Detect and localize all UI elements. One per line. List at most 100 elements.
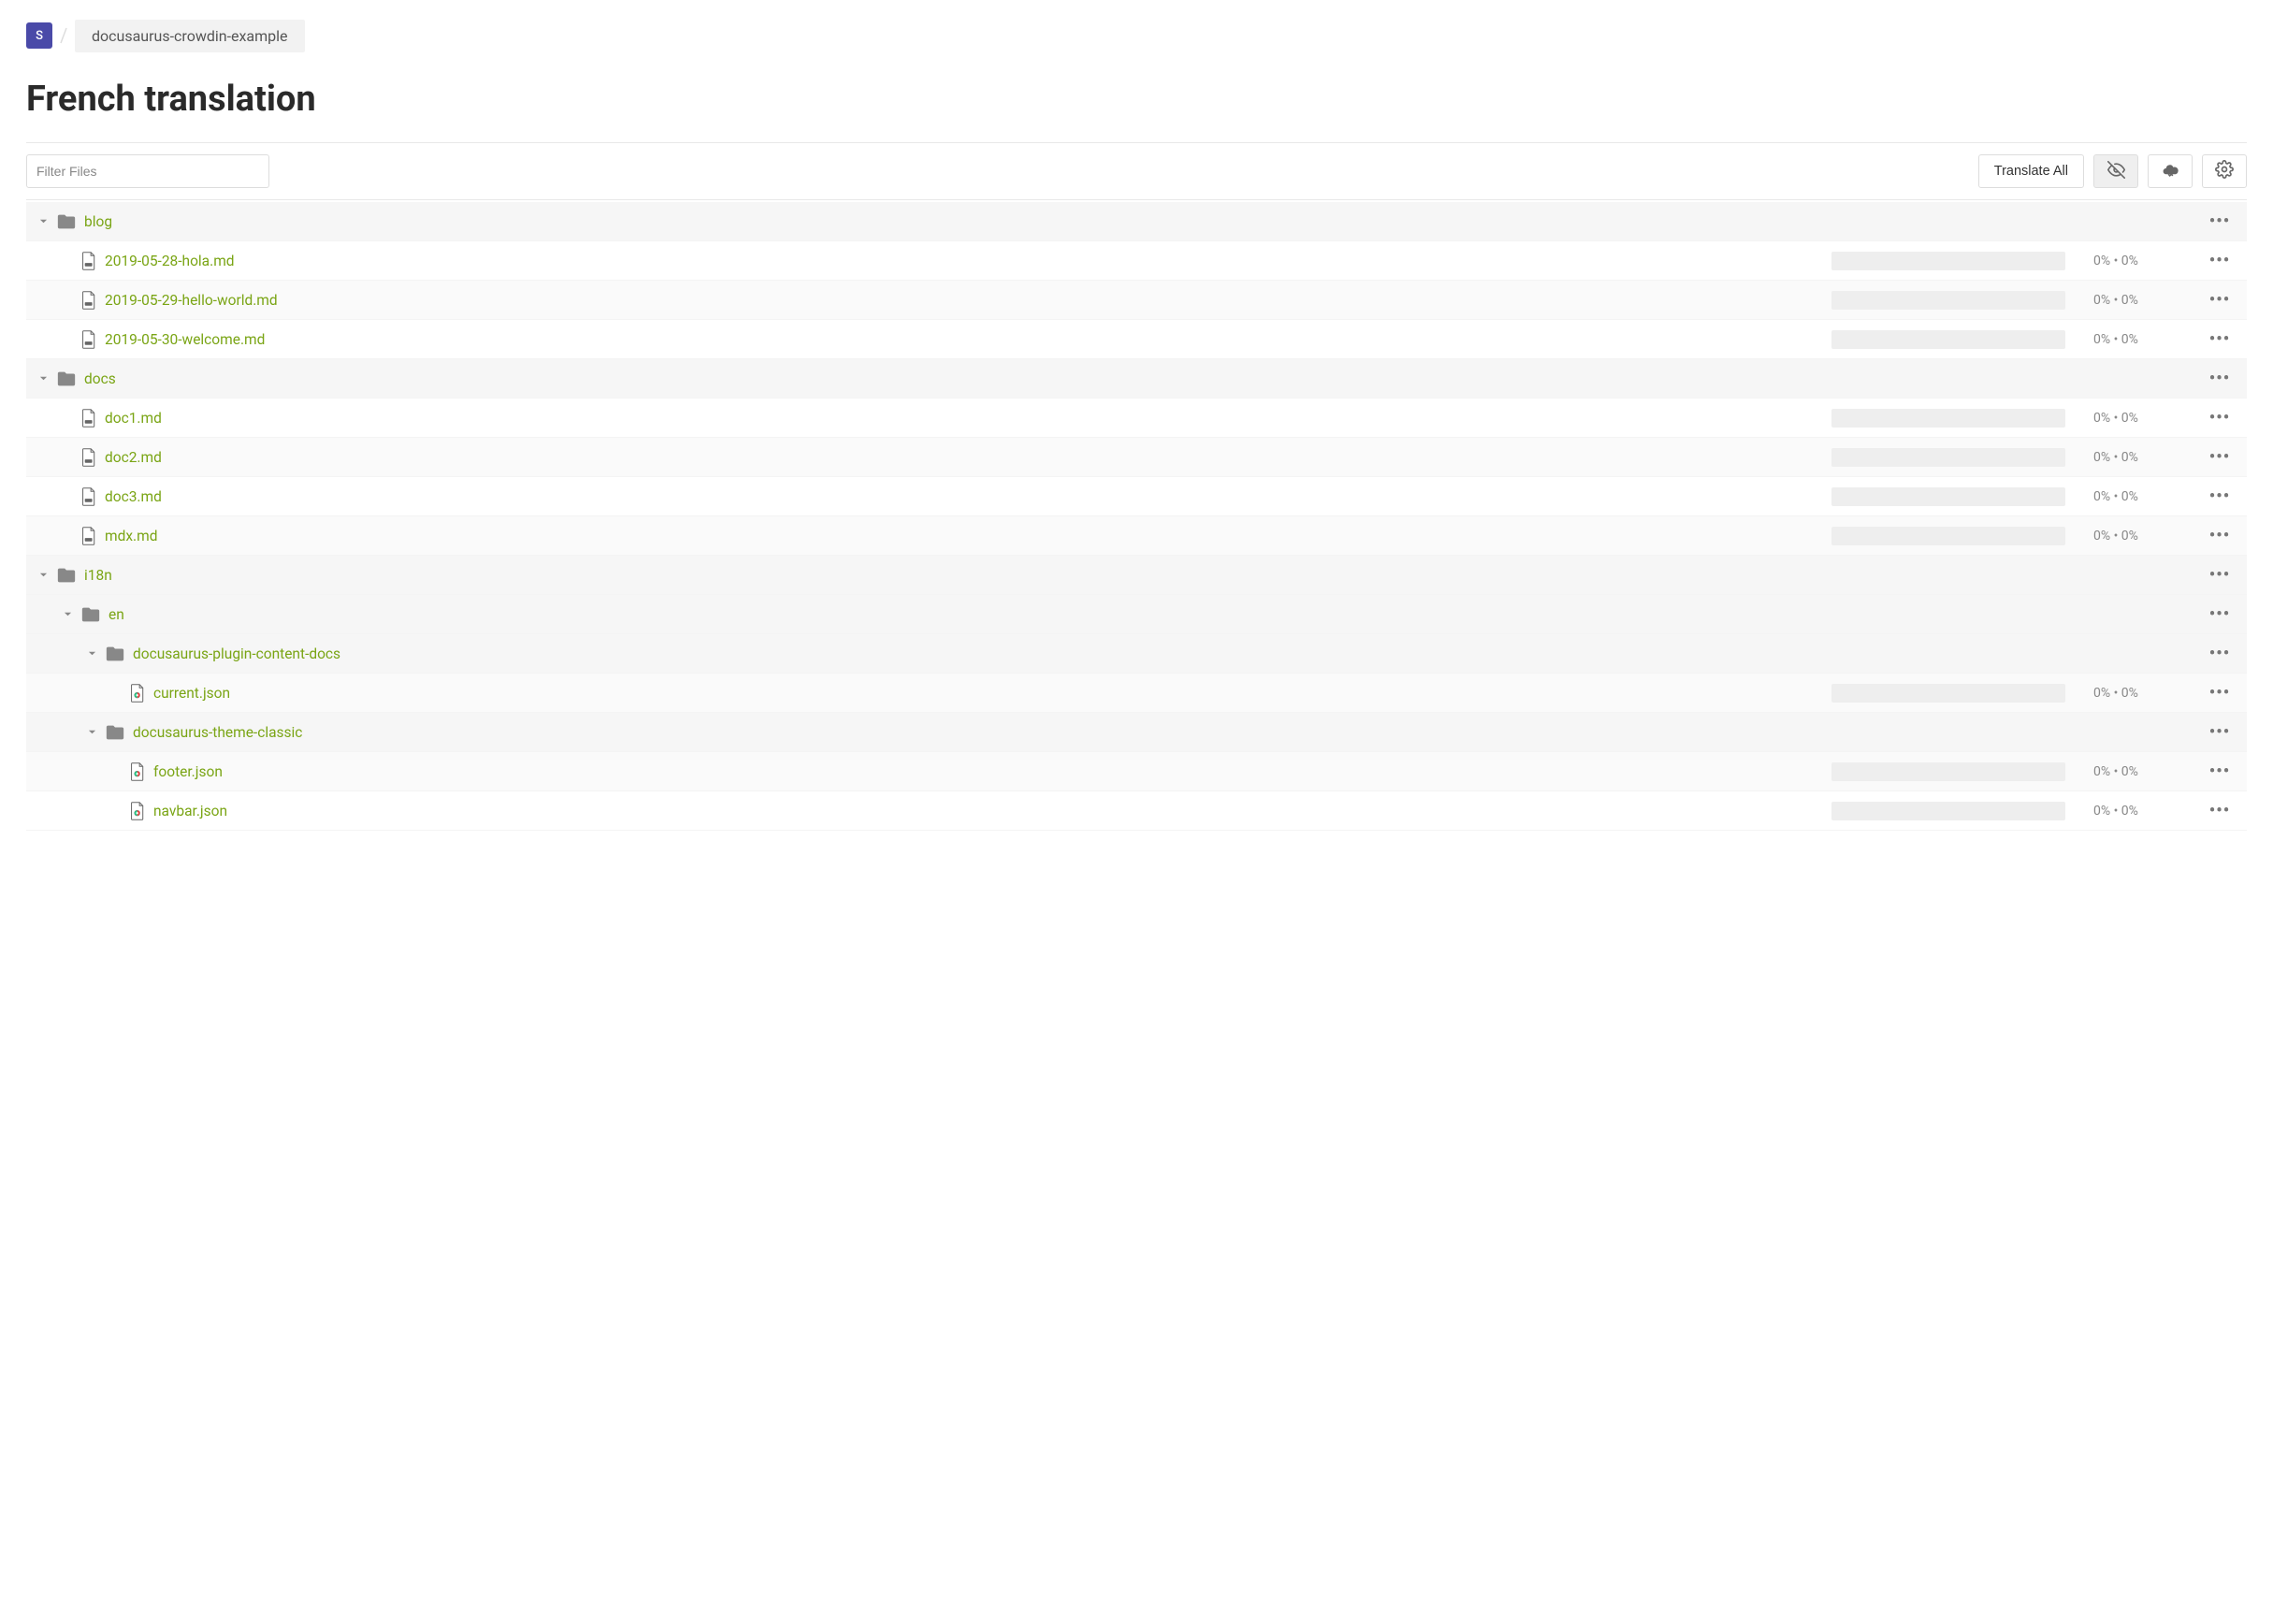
cloud-sync-icon [2162,161,2179,182]
page-title: French translation [26,79,2247,120]
more-horizontal-icon: ••• [2209,685,2230,702]
row-menu-button[interactable]: ••• [2206,331,2234,348]
toggle-hidden-button[interactable] [2093,154,2138,188]
row-menu-button[interactable]: ••• [2206,567,2234,584]
file-name-link[interactable]: mdx.md [105,528,157,544]
folder-row: docusaurus-plugin-content-docs ••• [26,634,2247,674]
more-horizontal-icon: ••• [2209,606,2230,623]
file-name-link[interactable]: footer.json [153,763,223,780]
row-menu-button[interactable]: ••• [2206,292,2234,309]
more-horizontal-icon: ••• [2209,213,2230,230]
folder-name-link[interactable]: i18n [84,567,112,584]
progress-bar [1831,527,2065,545]
progress-text: 0% • 0% [2093,686,2206,701]
tree-cell: doc3.md [26,487,1831,506]
folder-icon [80,604,101,625]
row-menu-button[interactable]: ••• [2206,370,2234,387]
json-file-icon [129,762,146,781]
expand-caret-icon[interactable] [36,214,51,229]
translate-all-button[interactable]: Translate All [1978,154,2084,188]
folder-name-link[interactable]: en [109,606,124,623]
row-menu-button[interactable]: ••• [2206,213,2234,230]
breadcrumb-project[interactable]: docusaurus-crowdin-example [75,20,305,52]
more-horizontal-icon: ••• [2209,449,2230,466]
progress-text: 0% • 0% [2093,764,2206,779]
file-name-link[interactable]: navbar.json [153,803,227,819]
progress-cell [1831,487,2065,506]
file-row: navbar.json0% • 0%••• [26,791,2247,831]
progress-bar [1831,762,2065,781]
row-menu-button[interactable]: ••• [2206,253,2234,269]
progress-text: 0% • 0% [2093,450,2206,465]
file-name-link[interactable]: 2019-05-28-hola.md [105,253,235,269]
progress-bar [1831,252,2065,270]
tree-cell: docusaurus-plugin-content-docs [26,644,1831,664]
md-file-icon [80,252,97,270]
json-file-icon [129,802,146,820]
expand-caret-icon[interactable] [36,371,51,386]
file-name-link[interactable]: doc1.md [105,410,162,427]
folder-row: docs ••• [26,359,2247,399]
folder-name-link[interactable]: docusaurus-plugin-content-docs [133,645,340,662]
file-name-link[interactable]: doc2.md [105,449,162,466]
file-row: 2019-05-29-hello-world.md0% • 0%••• [26,281,2247,320]
folder-icon [56,369,77,389]
tree-cell: current.json [26,684,1831,703]
expand-caret-icon[interactable] [60,607,75,622]
settings-button[interactable] [2202,154,2247,188]
more-horizontal-icon: ••• [2209,331,2230,348]
row-menu-button[interactable]: ••• [2206,449,2234,466]
eye-off-icon [2107,161,2125,182]
file-row: 2019-05-30-welcome.md0% • 0%••• [26,320,2247,359]
toolbar: Translate All [26,142,2247,200]
md-file-icon [80,330,97,349]
file-row: doc3.md 0% • 0%••• [26,477,2247,516]
progress-cell [1831,684,2065,703]
expand-caret-icon[interactable] [36,568,51,583]
progress-text: 0% • 0% [2093,529,2206,544]
row-menu-button[interactable]: ••• [2206,724,2234,741]
more-horizontal-icon: ••• [2209,292,2230,309]
filter-files-input[interactable] [26,154,269,188]
folder-name-link[interactable]: docs [84,370,116,387]
progress-cell [1831,802,2065,820]
folder-name-link[interactable]: docusaurus-theme-classic [133,724,302,741]
folder-icon [105,722,125,743]
tree-cell: footer.json [26,762,1831,781]
more-horizontal-icon: ••• [2209,528,2230,544]
more-horizontal-icon: ••• [2209,763,2230,780]
progress-bar [1831,330,2065,349]
expand-caret-icon[interactable] [84,646,99,661]
project-badge[interactable]: S [26,22,52,49]
row-menu-button[interactable]: ••• [2206,410,2234,427]
tree-cell: blog [26,211,1831,232]
row-menu-button[interactable]: ••• [2206,645,2234,662]
file-name-link[interactable]: doc3.md [105,488,162,505]
row-menu-button[interactable]: ••• [2206,763,2234,780]
folder-row: i18n ••• [26,556,2247,595]
file-name-link[interactable]: 2019-05-29-hello-world.md [105,292,278,309]
md-file-icon [80,487,97,506]
file-name-link[interactable]: 2019-05-30-welcome.md [105,331,265,348]
sync-button[interactable] [2148,154,2193,188]
row-menu-button[interactable]: ••• [2206,803,2234,819]
row-menu-button[interactable]: ••• [2206,606,2234,623]
progress-bar [1831,802,2065,820]
folder-icon [105,644,125,664]
tree-cell: mdx.md [26,527,1831,545]
folder-name-link[interactable]: blog [84,213,112,230]
row-menu-button[interactable]: ••• [2206,488,2234,505]
row-menu-button[interactable]: ••• [2206,528,2234,544]
folder-row: en ••• [26,595,2247,634]
file-name-link[interactable]: current.json [153,685,230,702]
file-row: doc1.md0% • 0%••• [26,399,2247,438]
progress-cell [1831,527,2065,545]
md-file-icon [80,291,97,310]
progress-text: 0% • 0% [2093,489,2206,504]
progress-cell [1831,330,2065,349]
tree-cell: docs [26,369,1831,389]
tree-cell: navbar.json [26,802,1831,820]
expand-caret-icon[interactable] [84,725,99,740]
row-menu-button[interactable]: ••• [2206,685,2234,702]
progress-cell [1831,448,2065,467]
